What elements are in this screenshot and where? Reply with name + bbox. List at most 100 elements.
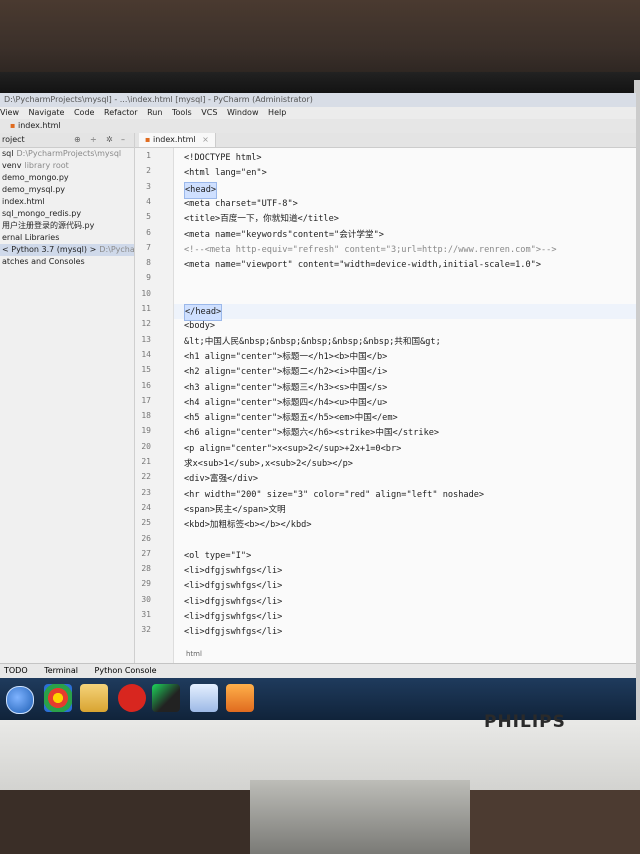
code-line[interactable]: &lt;中国人民&nbsp;&nbsp;&nbsp;&nbsp;&nbsp;共和… bbox=[184, 335, 441, 350]
nav-file-breadcrumb[interactable]: index.html bbox=[18, 121, 61, 130]
editor-breadcrumb[interactable]: html bbox=[186, 650, 202, 658]
monitor-stand bbox=[250, 780, 470, 854]
tree-item-label: demo_mysql.py bbox=[2, 185, 66, 194]
project-tree-item[interactable]: sql_mongo_redis.py bbox=[0, 208, 134, 220]
start-orb-icon[interactable] bbox=[6, 686, 34, 714]
netease-music-icon[interactable] bbox=[118, 684, 146, 712]
code-line[interactable]: <li>dfgjswhfgs</li> bbox=[184, 595, 282, 610]
code-line[interactable]: <title>百度一下，你就知道</title> bbox=[184, 212, 339, 227]
tree-item-label: ernal Libraries bbox=[2, 233, 60, 242]
menu-bar: View Navigate Code Refactor Run Tools VC… bbox=[0, 107, 636, 119]
menu-refactor[interactable]: Refactor bbox=[104, 108, 138, 117]
tab-python-console[interactable]: Python Console bbox=[95, 666, 157, 675]
code-line[interactable]: <div>富强</div> bbox=[184, 472, 258, 487]
line-number: 1 bbox=[146, 151, 151, 160]
pycharm-icon[interactable] bbox=[152, 684, 180, 712]
tree-item-label: demo_mongo.py bbox=[2, 173, 69, 182]
tree-item-path: D:\PycharmProje bbox=[99, 245, 134, 254]
line-number-gutter: 1 2 3 4 5 6 7 8 9 10 11 12 13 14 15 16 17 18 19 20 21 22 23 24 2… bbox=[135, 148, 174, 663]
hide-icon[interactable]: – bbox=[121, 133, 125, 147]
project-tree-item[interactable]: index.html bbox=[0, 196, 134, 208]
menu-window[interactable]: Window bbox=[227, 108, 259, 117]
code-line[interactable]: <ol type="I"> bbox=[184, 549, 251, 564]
code-line[interactable]: <html lang="en"> bbox=[184, 166, 267, 181]
tab-label: index.html bbox=[152, 135, 196, 144]
gear-icon[interactable]: ✲ bbox=[106, 133, 113, 147]
project-tree-item[interactable]: atches and Consoles bbox=[0, 256, 134, 268]
line-number: 14 bbox=[141, 349, 151, 359]
project-tree: sql D:\PycharmProjects\mysql venv library r… bbox=[0, 148, 134, 268]
code-line[interactable]: 求x<sub>1</sub>,x<sub>2</sub></p> bbox=[184, 457, 353, 472]
line-number: 4 bbox=[146, 196, 151, 206]
bottom-tool-tabs: TODO Terminal Python Console bbox=[0, 663, 636, 678]
notepad-icon[interactable] bbox=[190, 684, 218, 712]
tree-item-path: library root bbox=[24, 161, 69, 170]
menu-tools[interactable]: Tools bbox=[172, 108, 192, 117]
tree-item-label: < Python 3.7 (mysql) > bbox=[2, 245, 97, 254]
html-file-icon: ▪ bbox=[145, 135, 151, 144]
file-explorer-icon[interactable] bbox=[80, 684, 108, 712]
code-line[interactable]: <meta charset="UTF-8"> bbox=[184, 197, 298, 212]
code-line[interactable]: <h1 align="center">标题一</h1><b>中国</b> bbox=[184, 350, 387, 365]
line-number: 10 bbox=[141, 288, 151, 298]
code-line[interactable]: <body> bbox=[184, 319, 215, 334]
sync-icon[interactable]: ⊕ bbox=[74, 133, 81, 147]
code-line[interactable]: <li>dfgjswhfgs</li> bbox=[184, 625, 282, 640]
desk-right bbox=[470, 790, 640, 854]
menu-vcs[interactable]: VCS bbox=[201, 108, 217, 117]
tree-item-label: sql bbox=[2, 149, 14, 158]
project-tree-item[interactable]: < Python 3.7 (mysql) >D:\PycharmProje bbox=[0, 244, 134, 256]
collapse-icon[interactable]: ÷ bbox=[90, 133, 97, 147]
menu-help[interactable]: Help bbox=[268, 108, 286, 117]
code-line[interactable]: <kbd>加粗标签<b></b></kbd> bbox=[184, 518, 312, 533]
line-number: 32 bbox=[141, 625, 151, 635]
project-tree-item[interactable]: venv library root bbox=[0, 160, 134, 172]
project-panel-header: roject ⊕ ÷ ✲ – bbox=[0, 133, 134, 148]
menu-navigate[interactable]: Navigate bbox=[29, 108, 65, 117]
code-line[interactable]: <h3 align="center">标题三</h3><s>中国</s> bbox=[184, 381, 387, 396]
code-line[interactable]: <li>dfgjswhfgs</li> bbox=[184, 610, 282, 625]
menu-code[interactable]: Code bbox=[74, 108, 94, 117]
monitor-brand-logo: PHILIPS bbox=[484, 712, 566, 732]
code-line[interactable]: <h4 align="center">标题四</h4><u>中国</u> bbox=[184, 396, 387, 411]
code-line[interactable]: <meta name="keywords"content="会计学堂"> bbox=[184, 228, 384, 243]
project-tree-item[interactable]: 用户注册登录的源代码.py bbox=[0, 220, 134, 232]
project-tree-item[interactable]: demo_mysql.py bbox=[0, 184, 134, 196]
code-line[interactable]: <!DOCTYPE html> bbox=[184, 151, 262, 166]
code-line[interactable]: <!--<meta http-equiv="refresh" content="… bbox=[184, 243, 557, 258]
line-number: 29 bbox=[141, 579, 151, 589]
close-icon[interactable]: × bbox=[202, 135, 209, 144]
code-line[interactable]: <hr width="200" size="3" color="red" ali… bbox=[184, 488, 484, 503]
code-line[interactable]: <li>dfgjswhfgs</li> bbox=[184, 579, 282, 594]
project-tree-item[interactable]: sql D:\PycharmProjects\mysql bbox=[0, 148, 134, 160]
project-tree-item[interactable]: demo_mongo.py bbox=[0, 172, 134, 184]
chrome-icon[interactable] bbox=[44, 684, 72, 712]
menu-view[interactable]: View bbox=[0, 108, 19, 117]
project-panel: roject ⊕ ÷ ✲ – sql D:\PycharmProjects\mys… bbox=[0, 133, 135, 663]
tab-index-html[interactable]: ▪ index.html × bbox=[139, 133, 216, 147]
menu-run[interactable]: Run bbox=[147, 108, 162, 117]
line-number: 16 bbox=[141, 380, 151, 390]
line-number: 22 bbox=[141, 472, 151, 482]
code-line[interactable]: <p align="center">x<sup>2</sup>+2x+1=0<b… bbox=[184, 442, 401, 457]
line-number: 3 bbox=[146, 181, 151, 191]
code-editor[interactable]: <!DOCTYPE html> <html lang="en"> <head> <m… bbox=[174, 148, 636, 663]
tab-terminal[interactable]: Terminal bbox=[44, 666, 78, 675]
line-number: 17 bbox=[141, 395, 151, 405]
code-line[interactable]: <h6 align="center">标题六</h6><strike>中国</s… bbox=[184, 426, 439, 441]
code-line[interactable]: <h2 align="center">标题二</h2><i>中国</i> bbox=[184, 365, 387, 380]
line-number: 13 bbox=[141, 334, 151, 344]
line-number: 8 bbox=[146, 258, 151, 268]
code-line[interactable]: <h5 align="center">标题五</h5><em>中国</em> bbox=[184, 411, 398, 426]
line-number: 27 bbox=[141, 548, 151, 558]
code-line[interactable]: <meta name="viewport" content="width=dev… bbox=[184, 258, 541, 273]
desk-left bbox=[0, 790, 250, 854]
tree-item-label: venv bbox=[2, 161, 22, 170]
code-line[interactable]: <span>民主</span>文明 bbox=[184, 503, 286, 518]
tab-todo[interactable]: TODO bbox=[4, 666, 28, 675]
tree-item-path: D:\PycharmProjects\mysql bbox=[16, 149, 122, 158]
media-player-icon[interactable] bbox=[226, 684, 254, 712]
code-line[interactable]: <li>dfgjswhfgs</li> bbox=[184, 564, 282, 579]
line-number: 24 bbox=[141, 502, 151, 512]
project-tree-item[interactable]: ernal Libraries bbox=[0, 232, 134, 244]
